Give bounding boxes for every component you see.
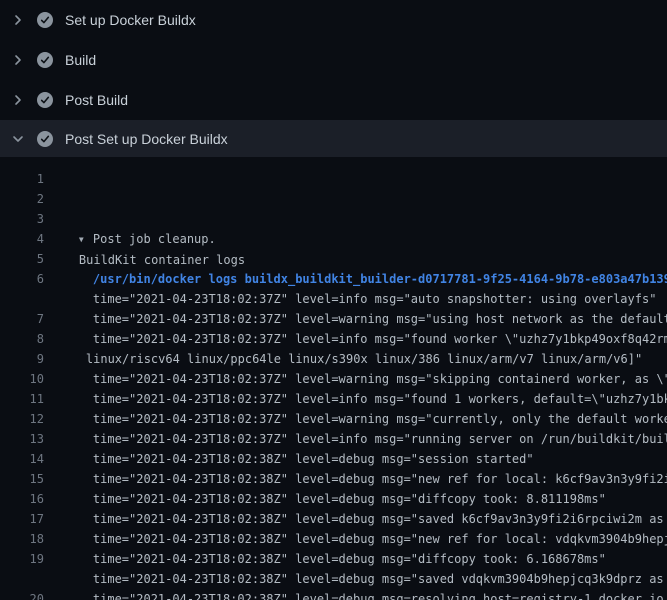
log-line: 12 time="2021-04-23T18:02:38Z" level=deb…	[0, 409, 667, 429]
log-line: 5 time="2021-04-23T18:02:37Z" level=warn…	[0, 249, 667, 269]
log-line: 6 time="2021-04-23T18:02:37Z" level=info…	[0, 269, 667, 289]
check-circle-icon	[37, 52, 53, 68]
log-line: 8 time="2021-04-23T18:02:37Z" level=info…	[0, 329, 667, 349]
log-line: 19 time="2021-04-23T18:02:38Z" level=deb…	[0, 549, 667, 569]
check-circle-icon	[37, 131, 53, 147]
line-number[interactable]: 7	[0, 309, 44, 329]
line-number[interactable]: 17	[0, 509, 44, 529]
line-number[interactable]: 10	[0, 369, 44, 389]
line-number[interactable]: 3	[0, 209, 44, 229]
log-line: 16 time="2021-04-23T18:02:38Z" level=deb…	[0, 489, 667, 509]
log-line: 4 time="2021-04-23T18:02:37Z" level=info…	[0, 229, 667, 249]
line-number[interactable]: 11	[0, 389, 44, 409]
line-number[interactable]: 13	[0, 429, 44, 449]
line-number[interactable]: 19	[0, 549, 44, 569]
line-number[interactable]: 6	[0, 269, 44, 289]
step-row-post-build[interactable]: Post Build	[0, 80, 667, 120]
log-line: 17 time="2021-04-23T18:02:38Z" level=deb…	[0, 509, 667, 529]
chevron-right-icon	[12, 54, 24, 66]
line-number[interactable]: 8	[0, 329, 44, 349]
line-number[interactable]: 4	[0, 229, 44, 249]
log-line: 3 /usr/bin/docker logs buildx_buildkit_b…	[0, 209, 667, 229]
log-line: 10 time="2021-04-23T18:02:37Z" level=inf…	[0, 369, 667, 389]
line-number[interactable]: 12	[0, 409, 44, 429]
log-line: 14 time="2021-04-23T18:02:38Z" level=deb…	[0, 449, 667, 469]
check-circle-icon	[37, 12, 53, 28]
log-line: 9 time="2021-04-23T18:02:37Z" level=warn…	[0, 349, 667, 369]
step-label: Build	[65, 52, 96, 68]
steps-list: Set up Docker Buildx Build Post Build Po…	[0, 0, 667, 157]
line-number[interactable]: 5	[0, 249, 44, 269]
log-line: 7 time="2021-04-23T18:02:37Z" level=warn…	[0, 309, 667, 329]
line-number[interactable]: 14	[0, 449, 44, 469]
log-line: 11 time="2021-04-23T18:02:38Z" level=deb…	[0, 389, 667, 409]
log-line: application/vnd.oci.image.index.v1+json,…	[0, 569, 667, 589]
step-label: Set up Docker Buildx	[65, 12, 196, 28]
line-number[interactable]: 15	[0, 469, 44, 489]
step-label: Post Build	[65, 92, 128, 108]
line-number[interactable]: 2	[0, 189, 44, 209]
line-number[interactable]: 18	[0, 529, 44, 549]
check-circle-icon	[37, 92, 53, 108]
log-line: 1 Post job cleanup.	[0, 169, 667, 189]
log-line: 20 time="2021-04-23T18:02:38Z" level=deb…	[0, 589, 667, 600]
line-number[interactable]: 1	[0, 169, 44, 189]
step-label: Post Set up Docker Buildx	[65, 131, 228, 147]
line-number[interactable]: 9	[0, 349, 44, 369]
log-line[interactable]: 2 ▼ BuildKit container logs	[0, 189, 667, 209]
step-row-build[interactable]: Build	[0, 40, 667, 80]
log-line: 15 time="2021-04-23T18:02:38Z" level=deb…	[0, 469, 667, 489]
log-viewer: 1 Post job cleanup. 2 ▼ BuildKit contain…	[0, 157, 667, 600]
line-number[interactable]: 20	[0, 589, 44, 600]
step-row-post-set-up-docker-buildx[interactable]: Post Set up Docker Buildx	[0, 120, 667, 157]
step-row-set-up-docker-buildx[interactable]: Set up Docker Buildx	[0, 0, 667, 40]
log-line: 13 time="2021-04-23T18:02:38Z" level=deb…	[0, 429, 667, 449]
log-line: 18 time="2021-04-23T18:02:38Z" level=deb…	[0, 529, 667, 549]
chevron-down-icon	[12, 133, 24, 145]
line-number[interactable]: 16	[0, 489, 44, 509]
chevron-right-icon	[12, 14, 24, 26]
chevron-right-icon	[12, 94, 24, 106]
log-line: linux/riscv64 linux/ppc64le linux/s390x …	[0, 289, 667, 309]
